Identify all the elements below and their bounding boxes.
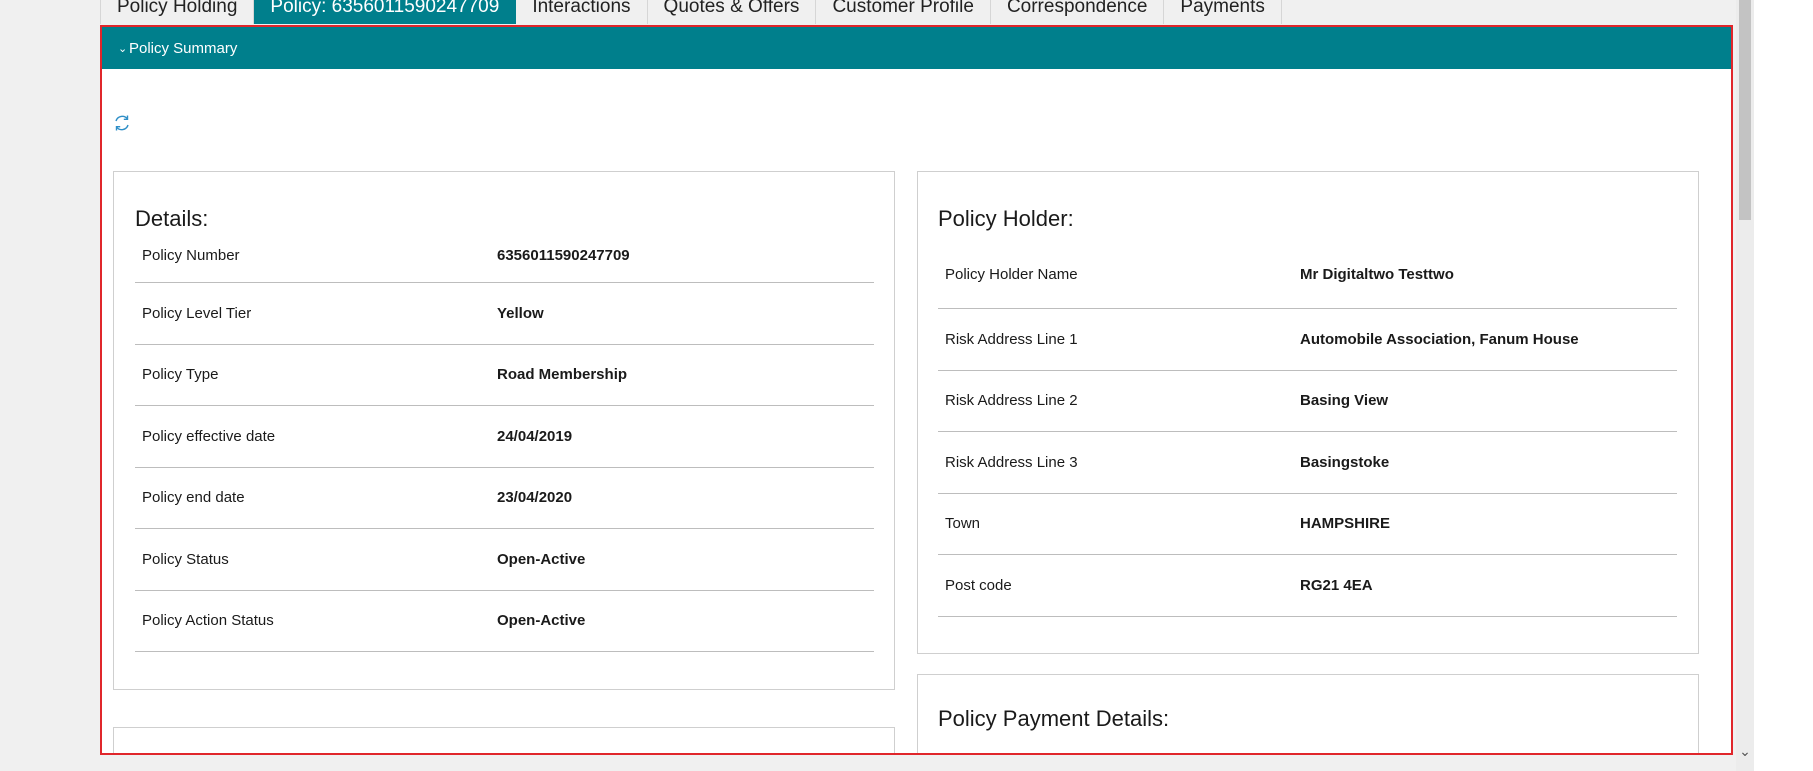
detail-row: Policy Action Status Open-Active [135,591,874,652]
policy-holder-row: Risk Address Line 1 Automobile Associati… [938,309,1677,371]
policy-holder-card: Policy Holder: Policy Holder Name Mr Dig… [917,171,1699,654]
tab-quotes-offers[interactable]: Quotes & Offers [647,0,817,24]
detail-label: Policy Status [142,550,229,568]
detail-value: Yellow [497,304,544,322]
payment-details-card: Policy Payment Details: [917,674,1699,753]
policy-holder-row: Risk Address Line 2 Basing View [938,371,1677,432]
payment-details-title: Policy Payment Details: [938,706,1170,731]
tab-payments[interactable]: Payments [1164,0,1282,24]
detail-label: Policy Action Status [142,612,274,630]
policy-summary-title: Policy Summary [129,39,238,57]
tab-interactions[interactable]: Interactions [516,0,648,24]
detail-value: 6356011590247709 [497,247,630,264]
details-rows: Policy Number 6356011590247709 Policy Le… [135,229,874,652]
vertical-scrollbar[interactable]: ⌄ [1736,0,1754,771]
scrollbar-thumb[interactable] [1739,0,1751,220]
policy-summary-header[interactable]: ⌄ Policy Summary [102,27,1731,69]
policy-holder-value: Automobile Association, Fanum House [1300,330,1579,348]
chevron-down-icon: ⌄ [118,42,128,55]
policy-holder-label: Town [945,515,981,533]
app-viewport: Policy Holding Policy: 6356011590247709 … [0,0,1813,771]
policy-holder-value: Mr Digitaltwo Testtwo [1300,266,1454,283]
policy-holder-row: Risk Address Line 3 Basingstoke [938,432,1677,494]
policy-summary-panel: ⌄ Policy Summary Details: Policy Number … [100,25,1733,755]
detail-label: Policy Number [142,247,240,264]
policy-holder-value: RG21 4EA [1300,576,1373,594]
policy-holder-value: Basingstoke [1300,453,1390,471]
details-card: Details: Policy Number 6356011590247709 … [113,171,895,690]
policy-holder-label: Risk Address Line 1 [945,330,1078,348]
policy-holder-row: Post code RG21 4EA [938,555,1677,617]
tab-customer-profile[interactable]: Customer Profile [816,0,991,24]
content-area: Policy Holding Policy: 6356011590247709 … [0,0,1754,771]
detail-value: 24/04/2019 [497,427,573,445]
policy-holder-label: Post code [945,576,1012,594]
detail-row: Policy end date 23/04/2020 [135,468,874,529]
detail-row: Policy Level Tier Yellow [135,283,874,345]
tab-bar: Policy Holding Policy: 6356011590247709 … [100,0,1282,24]
policy-holder-value: HAMPSHIRE [1300,515,1391,533]
policy-holder-row: Town HAMPSHIRE [938,494,1677,555]
detail-label: Policy Level Tier [142,304,252,322]
policy-holder-label: Risk Address Line 2 [945,392,1078,410]
detail-value: Open-Active [497,612,586,630]
policy-holder-rows: Policy Holder Name Mr Digitaltwo Testtwo… [938,241,1677,617]
detail-label: Policy Type [142,366,219,384]
tab-policy[interactable]: Policy: 6356011590247709 [254,0,517,24]
tab-policy-holding[interactable]: Policy Holding [100,0,255,24]
details-second-card [113,727,895,753]
detail-value: Open-Active [497,550,586,568]
refresh-icon[interactable] [112,113,132,133]
policy-holder-value: Basing View [1300,392,1389,410]
detail-value: Road Membership [497,366,628,384]
detail-row: Policy effective date 24/04/2019 [135,406,874,468]
detail-row: Policy Number 6356011590247709 [135,229,874,283]
tab-correspondence[interactable]: Correspondence [990,0,1165,24]
policy-holder-row: Policy Holder Name Mr Digitaltwo Testtwo [938,241,1677,309]
detail-value: 23/04/2020 [497,489,573,507]
detail-row: Policy Status Open-Active [135,529,874,591]
policy-holder-title: Policy Holder: [938,206,1074,231]
chevron-down-icon[interactable]: ⌄ [1736,743,1754,763]
detail-label: Policy effective date [142,427,276,445]
policy-holder-label: Policy Holder Name [945,266,1078,283]
policy-holder-label: Risk Address Line 3 [945,453,1078,471]
detail-row: Policy Type Road Membership [135,345,874,406]
detail-label: Policy end date [142,489,245,507]
